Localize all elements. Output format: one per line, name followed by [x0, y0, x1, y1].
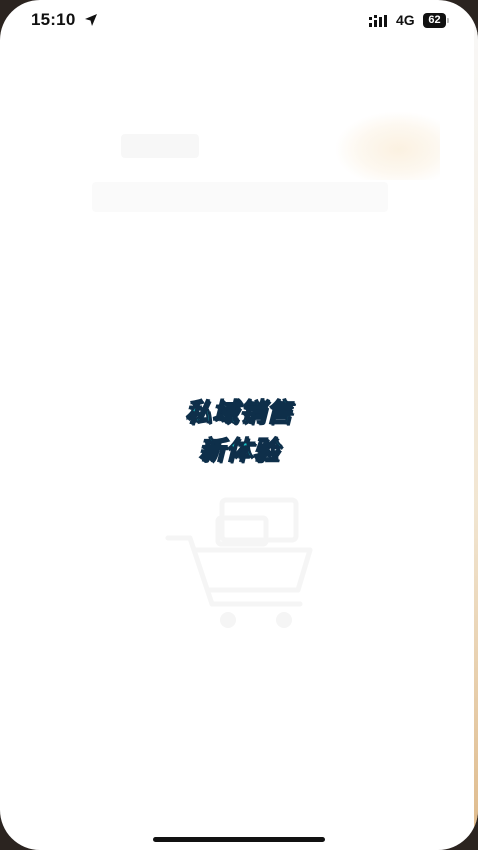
network-type: 4G [396, 12, 415, 28]
signal-icon [369, 15, 387, 27]
battery-tip [447, 18, 449, 23]
faded-coins-illustration [336, 112, 440, 180]
splash-screen: 15:10 4G 62 私域销售 新体验 [0, 0, 478, 850]
faded-background-bar [92, 182, 388, 212]
slogan-line-1: 私域销售 [184, 397, 293, 428]
battery-icon: 62 [423, 13, 450, 28]
status-bar: 15:10 4G 62 [0, 0, 478, 44]
faded-shopping-cart-illustration [165, 497, 313, 628]
faded-background-pill [121, 134, 199, 158]
home-indicator[interactable] [153, 837, 325, 842]
status-time: 15:10 [31, 10, 76, 29]
battery-level: 62 [423, 13, 446, 28]
slogan-line-2: 新体验 [198, 435, 280, 466]
location-arrow-icon [85, 14, 97, 26]
